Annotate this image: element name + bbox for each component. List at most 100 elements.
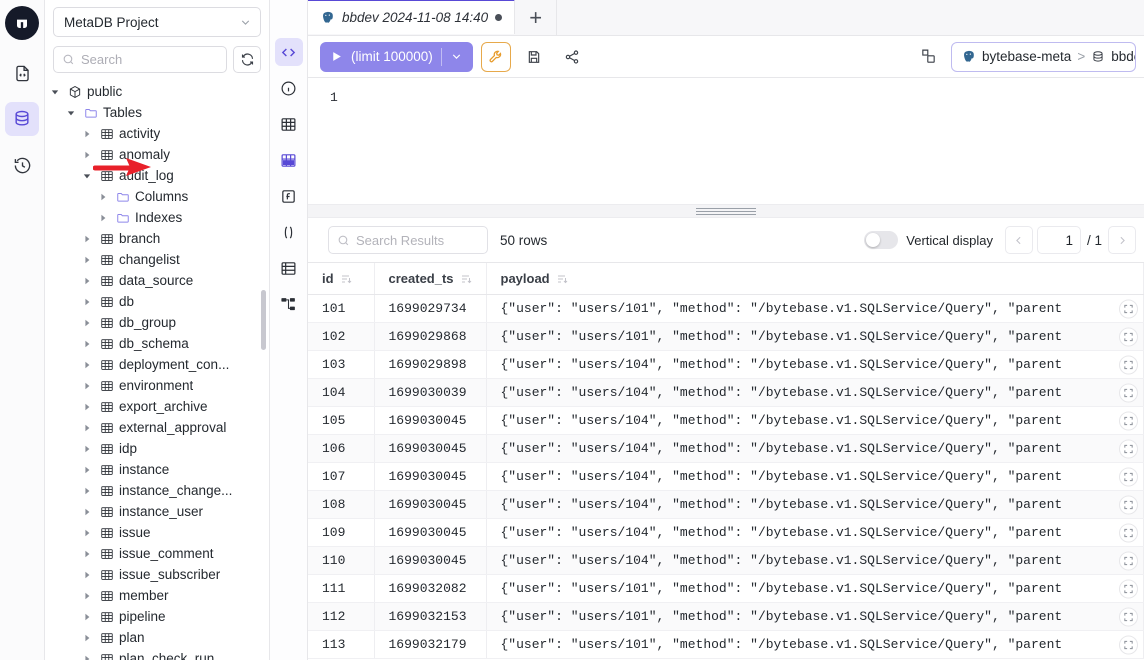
cell-payload[interactable]: {"user": "users/104", "method": "/byteba… — [486, 491, 1144, 519]
tree-item-indexes[interactable]: Indexes — [45, 207, 269, 228]
cell-id[interactable]: 105 — [308, 407, 374, 435]
table-row[interactable]: 1071699030045{"user": "users/104", "meth… — [308, 463, 1144, 491]
caret-right-icon[interactable] — [83, 277, 94, 285]
tree-item-activity[interactable]: activity — [45, 123, 269, 144]
tree-item-pipeline[interactable]: pipeline — [45, 606, 269, 627]
editor-tab-diagram[interactable] — [275, 290, 303, 318]
editor-tab-tables[interactable] — [275, 110, 303, 138]
tree-item-environment[interactable]: environment — [45, 375, 269, 396]
cell-created-ts[interactable]: 1699030045 — [374, 435, 486, 463]
caret-right-icon[interactable] — [83, 235, 94, 243]
cell-id[interactable]: 109 — [308, 519, 374, 547]
cell-payload[interactable]: {"user": "users/101", "method": "/byteba… — [486, 295, 1144, 323]
caret-right-icon[interactable] — [99, 214, 110, 222]
table-row[interactable]: 1051699030045{"user": "users/104", "meth… — [308, 407, 1144, 435]
tree-item-instance_change[interactable]: instance_change... — [45, 480, 269, 501]
expand-cell-icon[interactable] — [1119, 411, 1138, 430]
page-number-input[interactable]: 1 — [1037, 226, 1081, 254]
expand-cell-icon[interactable] — [1119, 467, 1138, 486]
caret-right-icon[interactable] — [99, 193, 110, 201]
cell-payload[interactable]: {"user": "users/104", "method": "/byteba… — [486, 351, 1144, 379]
panel-splitter[interactable] — [308, 204, 1144, 218]
tree-item-plan_check_run[interactable]: plan_check_run — [45, 648, 269, 660]
cell-created-ts[interactable]: 1699030045 — [374, 491, 486, 519]
tree-item-issue_comment[interactable]: issue_comment — [45, 543, 269, 564]
caret-right-icon[interactable] — [83, 466, 94, 474]
sort-icon[interactable] — [340, 273, 352, 285]
editor-tab-data[interactable] — [275, 146, 303, 174]
share-query-button[interactable] — [557, 42, 587, 72]
cell-id[interactable]: 103 — [308, 351, 374, 379]
tree-item-plan[interactable]: plan — [45, 627, 269, 648]
caret-right-icon[interactable] — [83, 529, 94, 537]
cell-created-ts[interactable]: 1699032082 — [374, 575, 486, 603]
cell-payload[interactable]: {"user": "users/101", "method": "/byteba… — [486, 323, 1144, 351]
cell-payload[interactable]: {"user": "users/104", "method": "/byteba… — [486, 379, 1144, 407]
caret-right-icon[interactable] — [83, 508, 94, 516]
cell-id[interactable]: 102 — [308, 323, 374, 351]
sort-icon[interactable] — [460, 273, 472, 285]
project-selector[interactable]: MetaDB Project — [53, 7, 261, 37]
cell-id[interactable]: 113 — [308, 631, 374, 659]
cell-id[interactable]: 107 — [308, 463, 374, 491]
chevron-down-icon[interactable] — [450, 50, 463, 63]
expand-cell-icon[interactable] — [1119, 551, 1138, 570]
vertical-display-toggle[interactable]: Vertical display — [864, 231, 993, 249]
cell-id[interactable]: 110 — [308, 547, 374, 575]
connection-selector[interactable]: bytebase-meta > bbde — [951, 42, 1136, 72]
cell-payload[interactable]: {"user": "users/104", "method": "/byteba… — [486, 463, 1144, 491]
table-row[interactable]: 1021699029868{"user": "users/101", "meth… — [308, 323, 1144, 351]
sidebar-search-box[interactable] — [53, 46, 227, 73]
tree-item-instance[interactable]: instance — [45, 459, 269, 480]
caret-down-icon[interactable] — [51, 88, 62, 96]
table-row[interactable]: 1101699030045{"user": "users/104", "meth… — [308, 547, 1144, 575]
expand-cell-icon[interactable] — [1119, 495, 1138, 514]
caret-right-icon[interactable] — [83, 340, 94, 348]
table-row[interactable]: 1011699029734{"user": "users/101", "meth… — [308, 295, 1144, 323]
table-row[interactable]: 1031699029898{"user": "users/104", "meth… — [308, 351, 1144, 379]
caret-right-icon[interactable] — [83, 403, 94, 411]
tree-item-data_source[interactable]: data_source — [45, 270, 269, 291]
cell-id[interactable]: 111 — [308, 575, 374, 603]
caret-down-icon[interactable] — [83, 172, 94, 180]
expand-cell-icon[interactable] — [1119, 439, 1138, 458]
cell-created-ts[interactable]: 1699029734 — [374, 295, 486, 323]
column-header-created_ts[interactable]: created_ts — [374, 263, 486, 295]
tree-item-branch[interactable]: branch — [45, 228, 269, 249]
save-query-button[interactable] — [519, 42, 549, 72]
caret-right-icon[interactable] — [83, 487, 94, 495]
caret-right-icon[interactable] — [83, 361, 94, 369]
cell-created-ts[interactable]: 1699030045 — [374, 463, 486, 491]
editor-tab-info[interactable] — [275, 74, 303, 102]
table-row[interactable]: 1111699032082{"user": "users/101", "meth… — [308, 575, 1144, 603]
panel-layout-button[interactable] — [913, 42, 943, 72]
tree-item-columns[interactable]: Columns — [45, 186, 269, 207]
sort-icon[interactable] — [556, 273, 568, 285]
caret-right-icon[interactable] — [83, 445, 94, 453]
cell-id[interactable]: 112 — [308, 603, 374, 631]
tree-item-instance_user[interactable]: instance_user — [45, 501, 269, 522]
tree-item-member[interactable]: member — [45, 585, 269, 606]
caret-right-icon[interactable] — [83, 130, 94, 138]
schema-tree[interactable]: publicTablesactivityanomalyaudit_logColu… — [45, 79, 269, 660]
expand-cell-icon[interactable] — [1119, 299, 1138, 318]
expand-cell-icon[interactable] — [1119, 327, 1138, 346]
new-tab-button[interactable]: + — [515, 0, 557, 35]
cell-id[interactable]: 108 — [308, 491, 374, 519]
tree-item-issue[interactable]: issue — [45, 522, 269, 543]
cell-created-ts[interactable]: 1699029898 — [374, 351, 486, 379]
refresh-schema-button[interactable] — [233, 46, 261, 73]
cell-created-ts[interactable]: 1699030045 — [374, 519, 486, 547]
sidebar-scrollbar[interactable] — [261, 290, 266, 350]
results-grid[interactable]: idcreated_tspayload 1011699029734{"user"… — [308, 262, 1144, 660]
cell-payload[interactable]: {"user": "users/104", "method": "/byteba… — [486, 519, 1144, 547]
rail-item-file-code[interactable] — [5, 56, 39, 90]
search-input[interactable] — [81, 52, 218, 67]
caret-right-icon[interactable] — [83, 550, 94, 558]
tree-item-idp[interactable]: idp — [45, 438, 269, 459]
rail-item-history[interactable] — [5, 148, 39, 182]
expand-cell-icon[interactable] — [1119, 635, 1138, 654]
tree-item-tables[interactable]: Tables — [45, 102, 269, 123]
caret-right-icon[interactable] — [83, 634, 94, 642]
cell-payload[interactable]: {"user": "users/101", "method": "/byteba… — [486, 575, 1144, 603]
